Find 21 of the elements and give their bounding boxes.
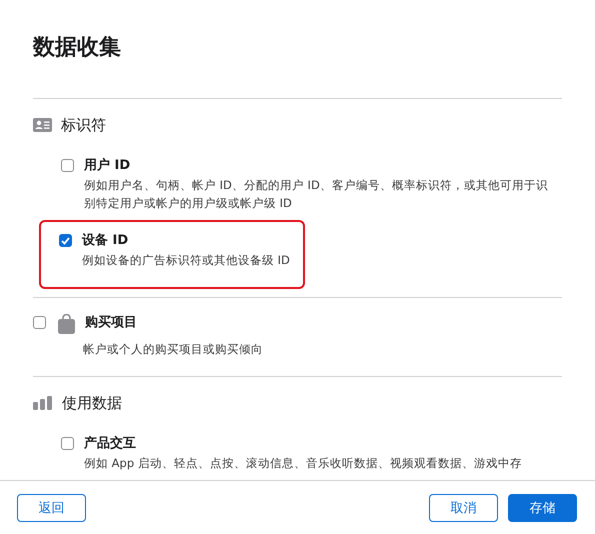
option-label: 产品交互 bbox=[84, 435, 137, 453]
option-label: 设备 ID bbox=[82, 232, 130, 250]
option-label: 购买项目 bbox=[85, 314, 137, 332]
checkbox[interactable] bbox=[61, 159, 74, 172]
checkbox[interactable] bbox=[59, 234, 72, 247]
option-description: 例如设备的广告标识符或其他设备级 ID bbox=[82, 252, 290, 269]
option-description: 例如 App 启动、轻点、点按、滚动信息、音乐收听数据、视频观看数据、游戏中存 bbox=[84, 455, 522, 472]
option-description: 帐户或个人的购买项目或购买倾向 bbox=[82, 341, 264, 358]
back-button[interactable]: 返回 bbox=[17, 494, 86, 522]
section-title: 使用数据 bbox=[62, 393, 122, 413]
save-button[interactable]: 存储 bbox=[508, 494, 577, 522]
option-label: 用户 ID bbox=[84, 157, 132, 175]
dialog-title: 数据收集 bbox=[33, 34, 122, 62]
bar-chart-icon bbox=[33, 396, 53, 410]
shopping-bag-icon bbox=[58, 314, 75, 334]
section-title: 标识符 bbox=[61, 115, 106, 135]
checkbox[interactable] bbox=[33, 316, 46, 329]
option-description: 例如用户名、句柄、帐户 ID、分配的用户 ID、客户编号、概率标识符，或其他可用于识别特定用户或帐户的用户级或帐户级 ID bbox=[84, 177, 549, 212]
cancel-button[interactable]: 取消 bbox=[429, 494, 498, 522]
checkbox[interactable] bbox=[61, 437, 74, 450]
id-card-icon bbox=[33, 118, 52, 132]
